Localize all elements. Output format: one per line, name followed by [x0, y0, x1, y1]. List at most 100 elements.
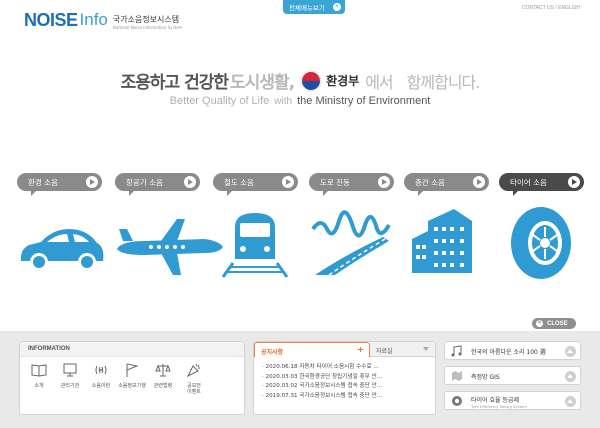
- tab-notice[interactable]: 공지사항 +: [254, 342, 370, 357]
- car-icon: [20, 229, 104, 271]
- apartment-icon: [412, 209, 472, 273]
- side-label: 한국의 아름다운 소리 100 選: [471, 349, 546, 356]
- english-slogan-part-2: with: [274, 96, 293, 107]
- slogan-part-3: 에서: [365, 72, 393, 92]
- info-item-law[interactable]: 관련법령: [148, 362, 178, 395]
- english-slogan-part-1: Better Quality of Life: [169, 95, 270, 107]
- side-label: 타이어 효율 등급제: [471, 397, 519, 404]
- arrow-right-icon: [282, 176, 294, 188]
- close-button[interactable]: × CLOSE: [532, 318, 576, 329]
- info-item-intro[interactable]: 소개: [24, 362, 54, 395]
- category-label: 도로 진동: [320, 177, 350, 187]
- chevron-down-icon: [423, 347, 429, 351]
- all-menu-label: 전체메뉴보기: [289, 4, 325, 12]
- news-item[interactable]: · 2020.03.03 한국환경공단 창립기념일 휴무 안...: [262, 373, 427, 383]
- logo-korean-title: 국가소음정보시스템: [112, 15, 180, 24]
- tab-data-room[interactable]: 자료실: [370, 342, 435, 357]
- all-menu-button[interactable]: 전체메뉴보기 +: [283, 0, 345, 14]
- chevron-up-icon: [565, 346, 576, 357]
- news-item[interactable]: · 2020.03.02 국가소음정보시스템 접속 중단 안...: [262, 382, 427, 392]
- chevron-up-icon: [565, 396, 576, 407]
- info-item-label: 관리기관: [60, 383, 80, 389]
- party-icon: [186, 363, 200, 378]
- map-icon: [452, 371, 462, 381]
- plus-icon: +: [333, 3, 341, 11]
- info-item-label: 소음이란: [91, 383, 111, 389]
- category-pill[interactable]: 환경 소음: [17, 173, 102, 196]
- category-aircraft-noise[interactable]: 항공기 소음: [115, 173, 223, 275]
- road-vibration-icon: [311, 210, 391, 276]
- info-item-about-noise[interactable]: 소음이란: [86, 362, 116, 395]
- slogan-part-2: 도시생활,: [230, 73, 295, 93]
- tab-notice-label: 공지사항: [261, 349, 284, 356]
- side-beautiful-sounds[interactable]: 한국의 아름다운 소리 100 選: [444, 341, 581, 360]
- side-tire-rating[interactable]: 타이어 효율 등급제 Tyre Efficiency Rating System: [444, 391, 581, 410]
- tab-data-label: 자료실: [376, 348, 393, 355]
- category-pill[interactable]: 층간 소음: [404, 173, 489, 196]
- news-list: · 2020.06.18 자동차 타이어 소음시험 수수료 ... · 2020…: [254, 357, 435, 401]
- scales-icon: [155, 364, 171, 377]
- news-box: 공지사항 + 자료실 · 2020.06.18 자동차 타이어 소음시험 수수료…: [253, 341, 436, 415]
- slogan-part-4: 함께합니다.: [406, 72, 481, 92]
- side-gis[interactable]: 측정망 GIS: [444, 366, 581, 385]
- category-pill[interactable]: 도로 진동: [309, 173, 394, 196]
- english-slogan-part-3: the Ministry of Environment: [297, 95, 431, 107]
- logo-noise-text: NOISE: [24, 10, 78, 30]
- airplane-icon: [117, 219, 223, 275]
- slogan-part-1: 조용하고 건강한: [120, 73, 229, 93]
- train-icon: [221, 213, 289, 278]
- top-links[interactable]: CONTACT US / ENGLISH: [522, 5, 580, 11]
- arrow-right-icon: [378, 176, 390, 188]
- info-item-noise-travel[interactable]: 소음정보기행: [117, 362, 147, 395]
- info-item-label: 관련법령: [153, 383, 173, 389]
- category-label: 항공기 소음: [126, 177, 163, 187]
- category-railway-noise[interactable]: 철도 소음: [213, 173, 298, 278]
- category-tire-noise[interactable]: 타이어 소음: [499, 173, 584, 279]
- hero-english-slogan: Better Quality of Life with the Ministry…: [0, 95, 600, 107]
- more-plus-icon[interactable]: +: [357, 345, 364, 354]
- hero-slogan: 조용하고 건강한 도시생활, 환경부 에서 함께합니다.: [0, 68, 600, 93]
- close-label: CLOSE: [547, 320, 568, 327]
- ministry-name: 환경부: [326, 74, 360, 88]
- info-item-event[interactable]: 공모전 이벤트: [179, 362, 209, 395]
- info-item-label: 공모전 이벤트: [187, 383, 201, 395]
- category-label: 환경 소음: [28, 177, 58, 187]
- category-label: 철도 소음: [224, 177, 254, 187]
- category-environment-noise[interactable]: 환경 소음: [17, 173, 104, 271]
- chevron-up-icon: [565, 371, 576, 382]
- site-logo[interactable]: NOISE Info 국가소음정보시스템 National Noise Info…: [24, 10, 183, 31]
- tire-grade-icon: [452, 396, 462, 406]
- category-pill[interactable]: 항공기 소음: [115, 173, 200, 196]
- info-item-label: 소개: [34, 383, 44, 389]
- logo-subtitle: 국가소음정보시스템 National Noise Information Sys…: [113, 14, 183, 30]
- info-item-agency[interactable]: 관리기관: [55, 362, 85, 395]
- monitor-icon: [63, 363, 77, 377]
- information-title: INFORMATION: [20, 342, 244, 357]
- category-pill[interactable]: 철도 소음: [213, 173, 298, 196]
- side-label: 측정망 GIS: [471, 374, 500, 381]
- news-item[interactable]: · 2019.07.31 국가소음정보시스템 접속 중단 안...: [262, 392, 427, 402]
- information-box: INFORMATION 소개 관리기관 소음이란 소음정보기행 관련법령 공모전…: [19, 341, 245, 415]
- sound-wave-icon: [95, 365, 107, 375]
- music-note-icon: [451, 345, 462, 357]
- tire-icon: [511, 207, 571, 279]
- page: NOISE Info 국가소음정보시스템 National Noise Info…: [0, 0, 600, 428]
- book-icon: [31, 364, 47, 377]
- category-label: 타이어 소음: [510, 177, 547, 187]
- arrow-right-icon: [86, 176, 98, 188]
- info-item-label: 소음정보기행: [118, 383, 146, 389]
- news-item[interactable]: · 2020.06.18 자동차 타이어 소음시험 수수료 ...: [262, 363, 427, 373]
- category-label: 층간 소음: [415, 177, 445, 187]
- arrow-right-icon: [473, 176, 485, 188]
- side-sublabel: Tyre Efficiency Rating System: [471, 404, 528, 409]
- category-road-vibration[interactable]: 도로 진동: [309, 173, 394, 276]
- logo-info-text: Info: [79, 10, 108, 29]
- flag-icon: [126, 363, 139, 377]
- arrow-right-icon: [184, 176, 196, 188]
- logo-english-title: National Noise Information System: [112, 25, 183, 30]
- close-icon: ×: [536, 320, 543, 327]
- government-emblem-icon: [300, 69, 323, 92]
- arrow-right-icon: [568, 176, 580, 188]
- category-pill[interactable]: 타이어 소음: [499, 173, 584, 196]
- category-floor-noise[interactable]: 층간 소음: [404, 173, 489, 273]
